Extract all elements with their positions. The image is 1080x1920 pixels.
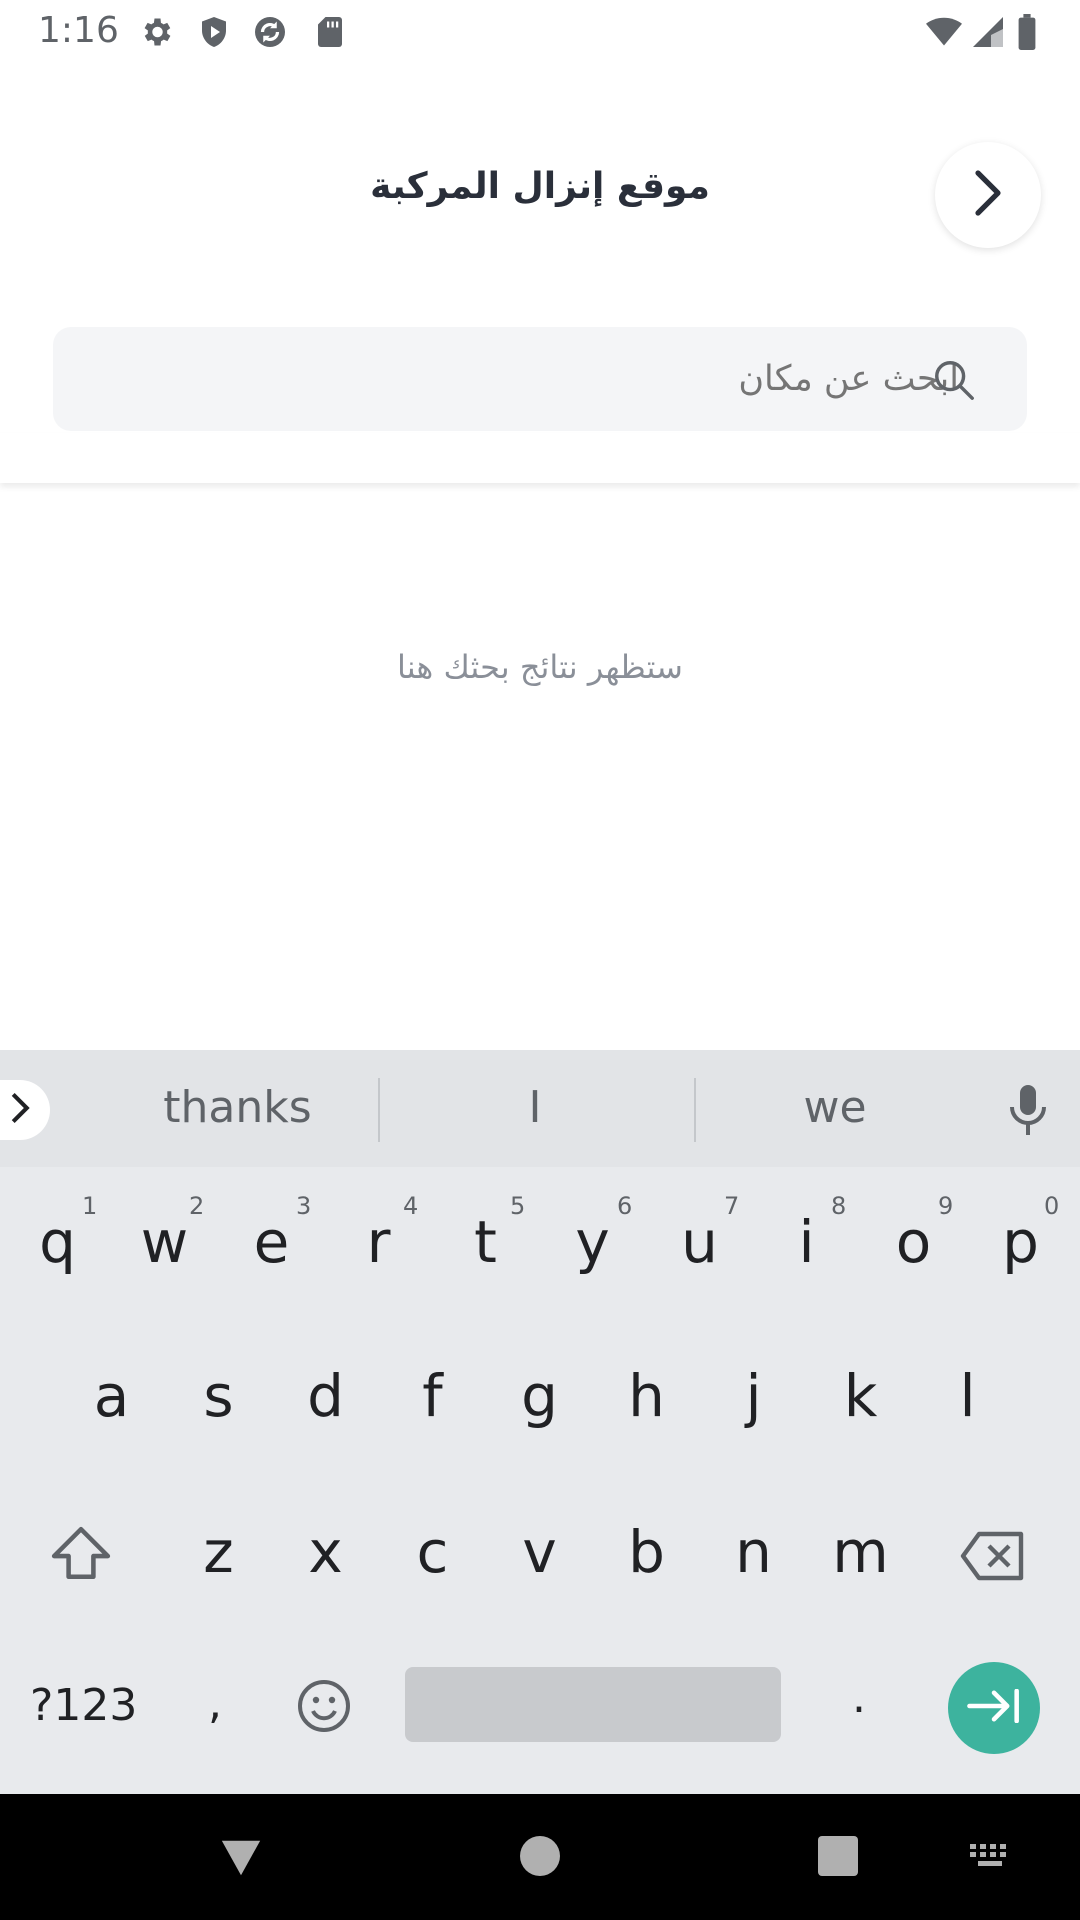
- key-m[interactable]: m: [807, 1518, 914, 1586]
- mic-icon[interactable]: [1008, 1085, 1048, 1137]
- back-button[interactable]: [935, 142, 1041, 248]
- key-symbols[interactable]: ?123: [30, 1680, 137, 1731]
- key-hint-7: 7: [724, 1192, 740, 1220]
- suggestion-3[interactable]: we: [735, 1082, 935, 1133]
- key-hint-5: 5: [510, 1192, 526, 1220]
- arrow-to-line-icon: [965, 1688, 1023, 1727]
- wifi-icon: [922, 14, 966, 50]
- navigation-bar: [0, 1794, 1080, 1920]
- shield-icon: [196, 14, 232, 50]
- backspace-icon[interactable]: [958, 1530, 1030, 1584]
- key-n[interactable]: n: [700, 1518, 807, 1586]
- recents-icon[interactable]: [818, 1836, 858, 1876]
- search-icon: [931, 357, 977, 403]
- key-s[interactable]: s: [165, 1362, 272, 1430]
- key-l[interactable]: l: [914, 1362, 1021, 1430]
- results-divider: [0, 433, 1080, 483]
- key-comma[interactable]: ,: [208, 1678, 222, 1729]
- key-g[interactable]: g: [486, 1362, 593, 1430]
- gear-icon: [138, 14, 174, 50]
- key-hint-2: 2: [189, 1192, 205, 1220]
- battery-icon: [1016, 14, 1046, 51]
- key-k[interactable]: k: [807, 1362, 914, 1430]
- key-space[interactable]: [405, 1667, 781, 1742]
- key-hint-8: 8: [831, 1192, 847, 1220]
- key-hint-0: 0: [1044, 1192, 1060, 1220]
- suggestion-divider: [378, 1078, 380, 1142]
- key-hint-6: 6: [617, 1192, 633, 1220]
- key-b[interactable]: b: [593, 1518, 700, 1586]
- key-hint-9: 9: [938, 1192, 954, 1220]
- key-period[interactable]: .: [852, 1672, 866, 1723]
- key-a[interactable]: a: [58, 1362, 165, 1430]
- key-v[interactable]: v: [486, 1518, 593, 1586]
- back-triangle-icon[interactable]: [218, 1836, 264, 1880]
- home-icon[interactable]: [520, 1836, 560, 1876]
- suggestion-2[interactable]: I: [435, 1082, 635, 1133]
- keyboard-switch-icon[interactable]: [968, 1842, 1012, 1872]
- key-j[interactable]: j: [700, 1362, 807, 1430]
- key-z[interactable]: z: [165, 1518, 272, 1586]
- key-h[interactable]: h: [593, 1362, 700, 1430]
- chevron-right-icon: [968, 169, 1008, 221]
- signal-icon: [970, 14, 1006, 50]
- enter-button[interactable]: [948, 1662, 1040, 1754]
- key-x[interactable]: x: [272, 1518, 379, 1586]
- key-hint-1: 1: [82, 1192, 98, 1220]
- key-f[interactable]: f: [379, 1362, 486, 1430]
- page-title: موقع إنزال المركبة: [370, 166, 710, 207]
- emoji-icon[interactable]: [296, 1678, 354, 1736]
- status-bar: 1:16: [0, 0, 1080, 64]
- key-hint-4: 4: [403, 1192, 419, 1220]
- status-time: 1:16: [38, 10, 119, 51]
- sync-icon: [252, 14, 288, 50]
- sd-card-icon: [312, 14, 348, 50]
- suggestion-1[interactable]: thanks: [130, 1082, 345, 1133]
- chevron-right-icon: [9, 1091, 31, 1129]
- key-c[interactable]: c: [379, 1518, 486, 1586]
- suggestion-divider: [694, 1078, 696, 1142]
- shift-icon[interactable]: [50, 1524, 120, 1584]
- search-box[interactable]: [53, 327, 1027, 431]
- empty-results-message: ستظهر نتائج بحثك هنا: [397, 648, 683, 686]
- search-input[interactable]: [73, 327, 969, 431]
- key-hint-3: 3: [296, 1192, 312, 1220]
- key-d[interactable]: d: [272, 1362, 379, 1430]
